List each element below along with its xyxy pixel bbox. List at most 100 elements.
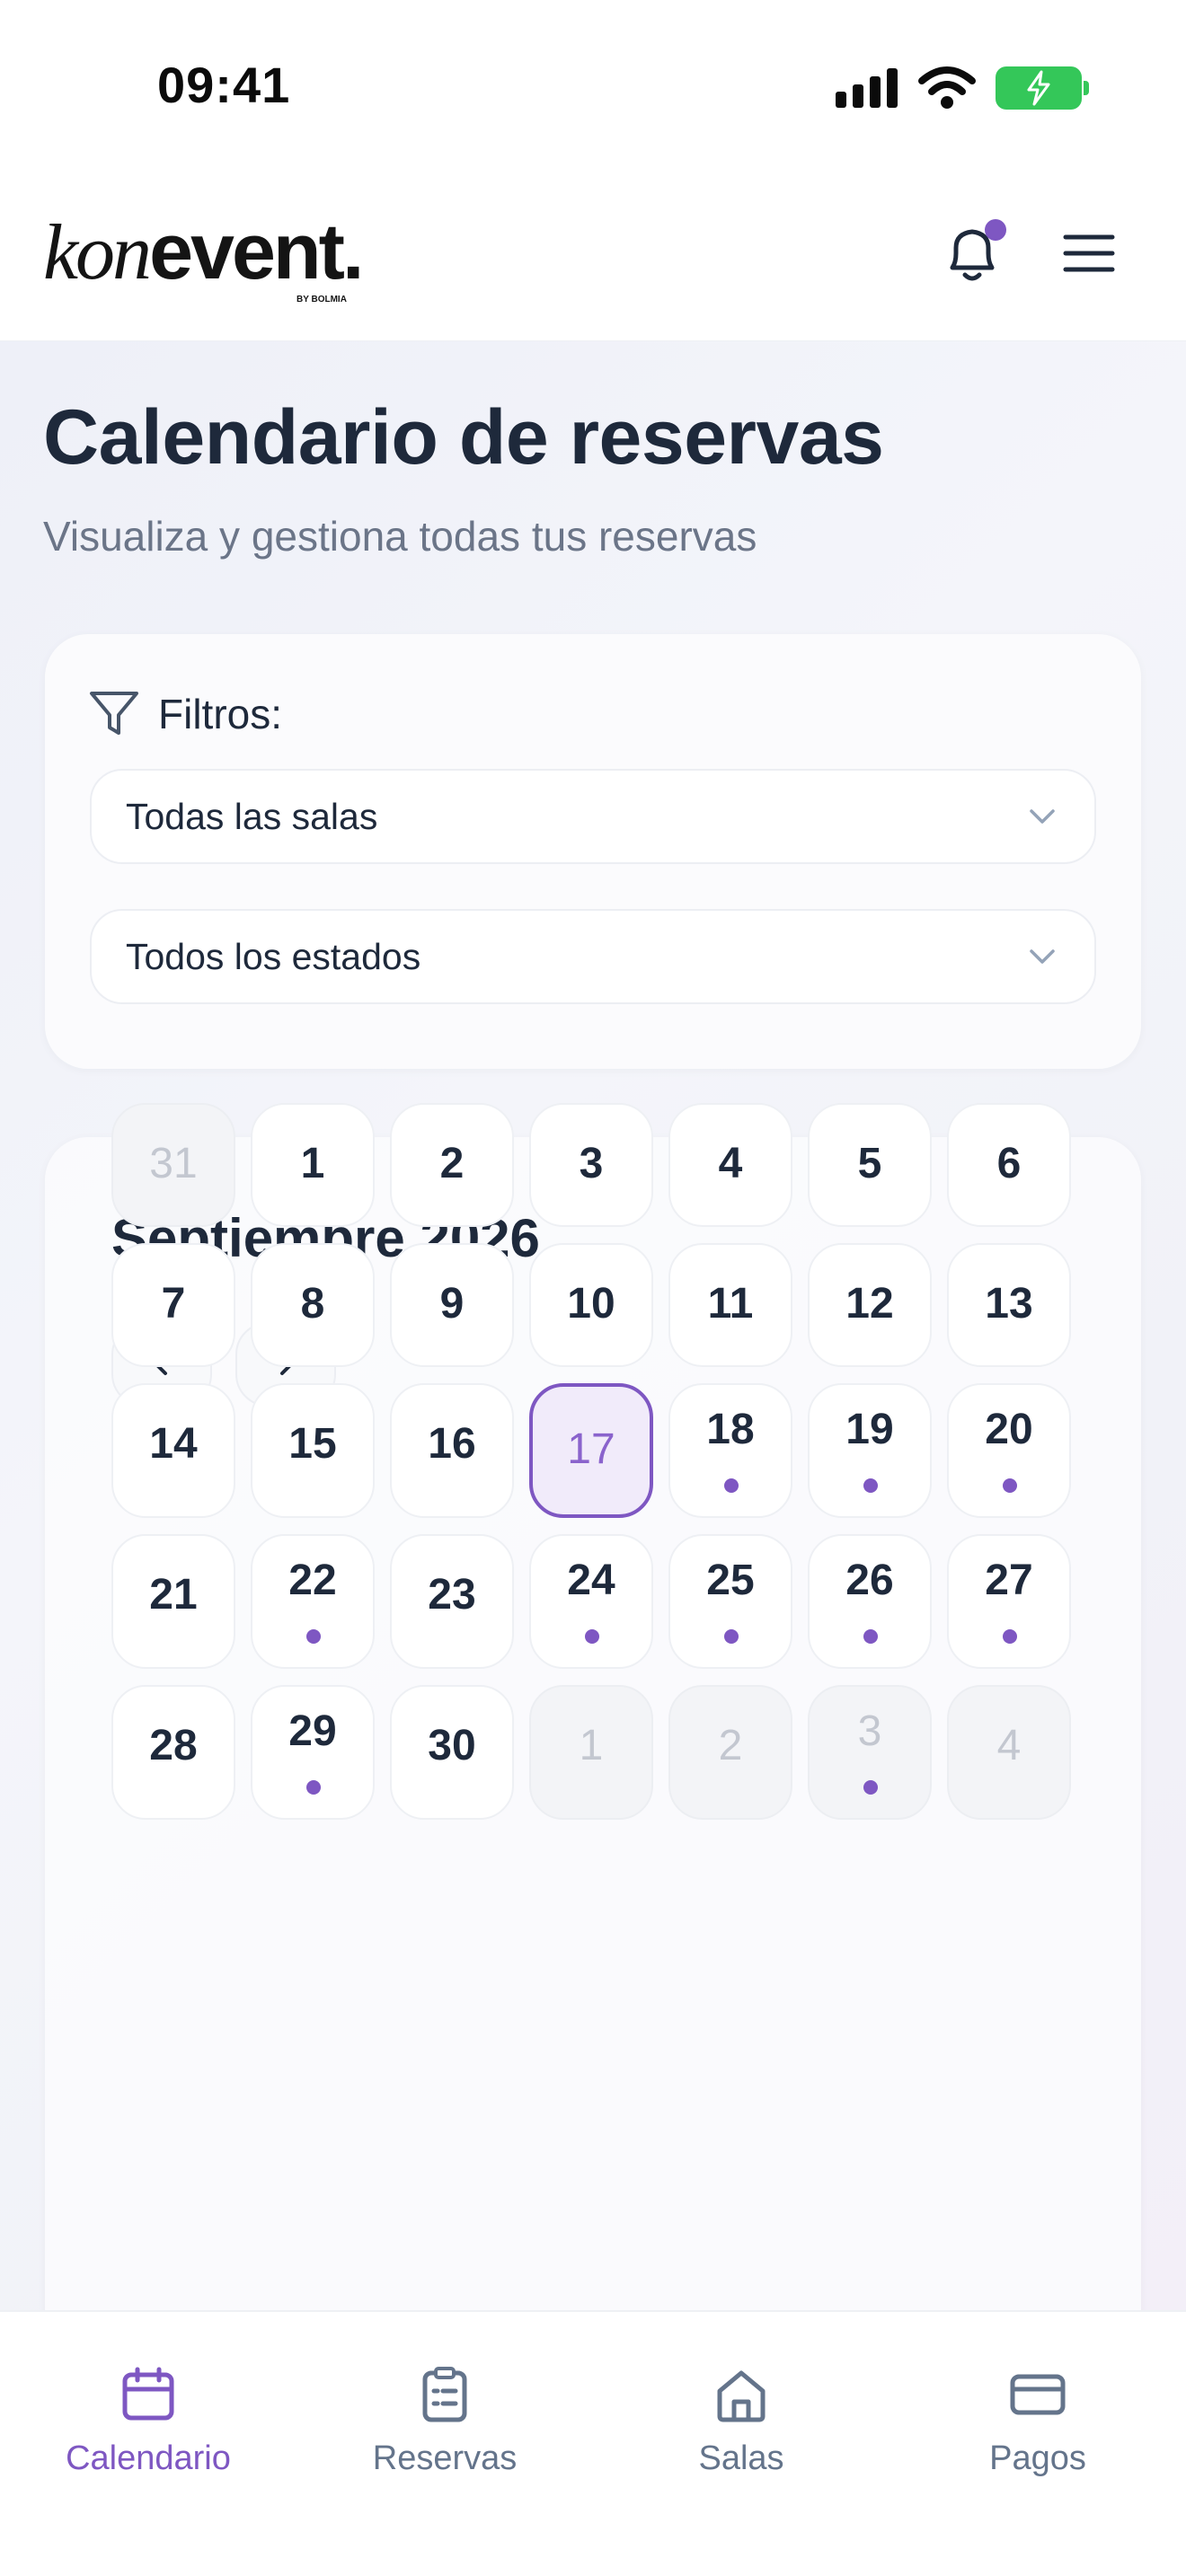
calendar-day[interactable]: 4 (668, 1103, 792, 1227)
day-number: 24 (567, 1557, 615, 1604)
calendar-day-outside[interactable]: 1 (529, 1685, 653, 1820)
day-number: 14 (149, 1420, 198, 1468)
states-select-value: Todos los estados (126, 935, 421, 977)
reservation-indicator (724, 1478, 739, 1493)
calendar-day[interactable]: 7 (111, 1243, 235, 1367)
calendar-day[interactable]: 25 (668, 1534, 792, 1669)
reservation-indicator (1003, 1478, 1017, 1493)
logo-byline: BY BOLMIA (296, 295, 347, 304)
tab-label: Salas (698, 2439, 784, 2477)
calendar-day-outside[interactable]: 4 (947, 1685, 1071, 1820)
calendar-day[interactable]: 6 (947, 1103, 1071, 1227)
calendar-day-today[interactable]: 17 (529, 1383, 653, 1518)
calendar-day[interactable]: 24 (529, 1534, 653, 1669)
reservation-indicator (863, 1629, 878, 1644)
calendar-day[interactable]: 19 (808, 1383, 932, 1518)
day-number: 31 (149, 1140, 198, 1187)
battery-icon (996, 66, 1089, 110)
filters-label: Filtros: (158, 691, 282, 737)
status-bar: 09:41 (0, 0, 1186, 171)
credit-card-icon (1010, 2374, 1066, 2415)
calendar-day[interactable]: 23 (390, 1534, 514, 1669)
calendar-day[interactable]: 9 (390, 1243, 514, 1367)
page-title: Calendario de reservas (43, 394, 884, 481)
reservation-indicator (306, 1629, 321, 1644)
signal-icon (836, 68, 898, 108)
calendar-day[interactable]: 8 (251, 1243, 375, 1367)
page-subtitle: Visualiza y gestiona todas tus reservas (43, 513, 757, 560)
home-icon (717, 2370, 766, 2422)
calendar-day[interactable]: 27 (947, 1534, 1071, 1669)
day-number: 13 (985, 1280, 1033, 1328)
tab-calendario[interactable]: Calendario (0, 2339, 296, 2501)
day-number: 16 (428, 1420, 476, 1468)
day-number: 11 (707, 1280, 754, 1328)
tab-salas[interactable]: Salas (593, 2339, 890, 2501)
calendar-day[interactable]: 16 (390, 1383, 514, 1518)
filters-header: Filtros: (88, 688, 282, 740)
calendar-icon (122, 2367, 174, 2421)
calendar-day[interactable]: 29 (251, 1685, 375, 1820)
calendar-day[interactable]: 20 (947, 1383, 1071, 1518)
day-number: 28 (149, 1722, 198, 1769)
day-number: 22 (288, 1557, 337, 1604)
tab-reservas[interactable]: Reservas (296, 2339, 593, 2501)
calendar-day[interactable]: 3 (529, 1103, 653, 1227)
reservation-indicator (724, 1629, 739, 1644)
calendar-day[interactable]: 2 (390, 1103, 514, 1227)
tab-label: Pagos (989, 2439, 1086, 2477)
calendar-day[interactable]: 22 (251, 1534, 375, 1669)
day-number: 26 (845, 1557, 894, 1604)
filter-icon (90, 692, 138, 735)
calendar-day-outside[interactable]: 31 (111, 1103, 235, 1227)
reservation-indicator (1003, 1629, 1017, 1644)
reservation-indicator (306, 1780, 321, 1795)
calendar-card: Septiembre 2026 LMMJVSD31123456789101112… (45, 1103, 1141, 2310)
calendar-day[interactable]: 30 (390, 1685, 514, 1820)
logo-event: event. (149, 207, 364, 296)
day-number: 30 (428, 1722, 476, 1769)
day-number: 3 (857, 1707, 882, 1755)
day-number: 29 (288, 1707, 337, 1755)
day-number: 17 (567, 1425, 615, 1473)
day-number: 3 (579, 1140, 604, 1187)
day-number: 9 (439, 1280, 465, 1328)
chevron-down-icon (1030, 809, 1055, 824)
tab-label: Calendario (66, 2439, 231, 2477)
calendar-day[interactable]: 1 (251, 1103, 375, 1227)
menu-button[interactable] (1060, 225, 1118, 282)
day-number: 18 (706, 1406, 755, 1453)
calendar-day[interactable]: 13 (947, 1243, 1071, 1367)
hamburger-icon (1063, 234, 1115, 272)
calendar-day[interactable]: 21 (111, 1534, 235, 1669)
day-number: 25 (706, 1557, 755, 1604)
calendar-day[interactable]: 26 (808, 1534, 932, 1669)
calendar-day[interactable]: 14 (111, 1383, 235, 1518)
calendar-day[interactable]: 15 (251, 1383, 375, 1518)
wifi-icon (918, 66, 976, 109)
notifications-button[interactable] (943, 216, 1006, 287)
states-select[interactable]: Todos los estados (90, 909, 1096, 1004)
day-number: 19 (845, 1406, 894, 1453)
calendar-day[interactable]: 5 (808, 1103, 932, 1227)
rooms-select[interactable]: Todas las salas (90, 769, 1096, 864)
clipboard-list-icon (422, 2367, 467, 2422)
bottom-nav: Calendario Reservas Salas Pagos (0, 2310, 1186, 2576)
chevron-down-icon (1030, 949, 1055, 964)
konevent-logo[interactable]: konevent. BY BOLMIA (43, 212, 364, 305)
calendar-day-outside[interactable]: 2 (668, 1685, 792, 1820)
calendar-day[interactable]: 10 (529, 1243, 653, 1367)
calendar-day[interactable]: 18 (668, 1383, 792, 1518)
calendar-day[interactable]: 11 (668, 1243, 792, 1367)
calendar-day[interactable]: 12 (808, 1243, 932, 1367)
day-number: 12 (845, 1280, 894, 1328)
filters-card: Filtros: Todas las salas Todos los estad… (45, 634, 1141, 1069)
day-number: 23 (428, 1571, 476, 1619)
calendar-day[interactable]: 28 (111, 1685, 235, 1820)
main-content[interactable]: Calendario de reservas Visualiza y gesti… (0, 341, 1186, 2310)
calendar-day-outside[interactable]: 3 (808, 1685, 932, 1820)
day-number: 20 (985, 1406, 1033, 1453)
tab-pagos[interactable]: Pagos (890, 2339, 1186, 2501)
day-number: 2 (439, 1140, 465, 1187)
notification-badge (985, 219, 1006, 241)
